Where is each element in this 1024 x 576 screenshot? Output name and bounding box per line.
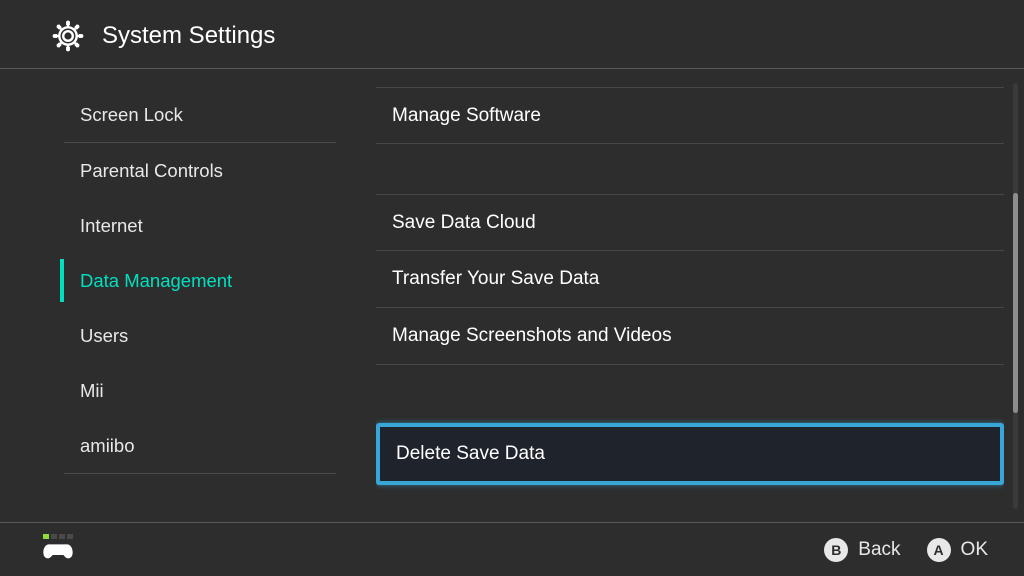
settings-gear-icon (50, 18, 86, 54)
main-panel: Manage Software Save Data Cloud Transfer… (336, 69, 1024, 523)
section-gap (376, 365, 1004, 421)
main-item-save-data-cloud[interactable]: Save Data Cloud (376, 194, 1004, 251)
footer-button-label: Back (858, 539, 900, 561)
b-button-icon: B (824, 538, 848, 562)
main-item-manage-screenshots-and-videos[interactable]: Manage Screenshots and Videos (376, 308, 1004, 365)
sidebar-item-label: Internet (80, 215, 143, 237)
player-led-1 (43, 534, 49, 539)
footer-button-ok[interactable]: A OK (927, 538, 988, 562)
a-button-icon: A (927, 538, 951, 562)
scrollbar[interactable] (1013, 83, 1018, 509)
sidebar-item-parental-controls[interactable]: Parental Controls (60, 143, 336, 198)
main-scroll: Manage Software Save Data Cloud Transfer… (376, 69, 1004, 523)
sidebar-item-label: Users (80, 325, 128, 347)
sidebar-item-label: Parental Controls (80, 160, 223, 182)
sidebar: Screen Lock Parental Controls Internet D… (0, 69, 336, 523)
sidebar-item-internet[interactable]: Internet (60, 198, 336, 253)
scrollbar-thumb[interactable] (1013, 193, 1018, 413)
body-area: Screen Lock Parental Controls Internet D… (0, 69, 1024, 523)
player-leds (43, 534, 73, 539)
sidebar-item-label: Mii (80, 380, 104, 402)
main-item-delete-save-data[interactable]: Delete Save Data (376, 423, 1004, 485)
main-item-label: Delete Save Data (396, 443, 545, 465)
main-item-label: Transfer Your Save Data (392, 268, 599, 290)
footer-button-label: OK (961, 539, 988, 561)
footer-button-back[interactable]: B Back (824, 538, 900, 562)
sidebar-item-data-management[interactable]: Data Management (60, 253, 336, 308)
sidebar-item-label: amiibo (80, 435, 135, 457)
player-led-4 (67, 534, 73, 539)
sidebar-item-mii[interactable]: Mii (60, 363, 336, 418)
sidebar-item-amiibo[interactable]: amiibo (60, 418, 336, 473)
player-led-2 (51, 534, 57, 539)
footer: B Back A OK (0, 522, 1024, 576)
controller-icon (42, 541, 74, 566)
main-item-label: Save Data Cloud (392, 212, 536, 234)
sidebar-item-label: Screen Lock (80, 104, 183, 126)
section-gap (376, 144, 1004, 194)
page-title: System Settings (102, 22, 275, 50)
sidebar-item-users[interactable]: Users (60, 308, 336, 363)
header: System Settings (0, 0, 1024, 69)
main-item-label: Manage Software (392, 105, 541, 127)
player-led-3 (59, 534, 65, 539)
sidebar-item-label: Data Management (80, 270, 232, 292)
controller-indicator (42, 534, 74, 566)
main-item-label: Manage Screenshots and Videos (392, 325, 672, 347)
main-item-transfer-your-save-data[interactable]: Transfer Your Save Data (376, 251, 1004, 308)
main-item-manage-software[interactable]: Manage Software (376, 87, 1004, 144)
sidebar-item-screen-lock[interactable]: Screen Lock (60, 87, 336, 142)
sidebar-divider (64, 473, 336, 474)
